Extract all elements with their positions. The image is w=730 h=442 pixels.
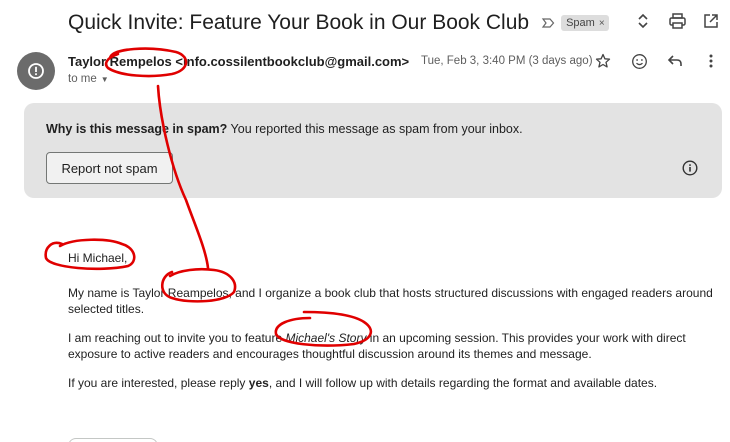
greeting: Hi Michael, [68,251,128,265]
email-date: Tue, Feb 3, 3:40 PM (3 days ago) [421,55,593,67]
subject-row: Quick Invite: Feature Your Book in Our B… [68,8,609,38]
alert-avatar-icon [28,63,44,79]
recipient-text: to me [68,73,97,85]
reply-keyword: yes [248,376,269,390]
remove-label-button[interactable]: × [599,18,605,29]
reply-text-before: If you are interested, please reply [68,376,249,390]
print-icon[interactable] [668,12,686,30]
spam-label-text: Spam [566,17,595,29]
banner-text: Why is this message in spam? You reporte… [46,122,523,136]
email-subject: Quick Invite: Feature Your Book in Our B… [68,11,530,34]
sender-name[interactable]: Taylor Rempelos [68,54,172,69]
sender-line: Taylor Rempelos <info.cossilentbookclub@… [68,54,409,69]
chevron-updown-icon[interactable] [634,12,652,30]
more-vert-icon[interactable] [702,52,720,70]
spam-label-chip[interactable]: Spam × [561,15,609,31]
message-actions [594,52,720,70]
spam-warning-banner: Why is this message in spam? You reporte… [24,103,722,198]
info-icon[interactable] [682,160,698,176]
book-title: Michael's Story [285,331,367,345]
header-actions [634,12,720,30]
reply-text-after: , and I will follow up with details rega… [268,376,658,390]
reply-icon[interactable] [666,52,684,70]
report-not-spam-button[interactable]: Report not spam [46,152,173,184]
reply-button-partial[interactable] [68,438,158,442]
invite-text-before: I am reaching out to invite you to featu… [68,331,286,345]
open-new-window-icon[interactable] [702,12,720,30]
star-icon[interactable] [594,52,612,70]
chevron-down-icon[interactable]: ▼ [101,75,109,84]
banner-question: Why is this message in spam? [46,122,228,136]
sender-avatar[interactable] [17,52,55,90]
paragraph-invite: I am reaching out to invite you to featu… [68,330,723,362]
emoji-icon[interactable] [630,52,648,70]
sender-email: <info.cossilentbookclub@gmail.com> [175,54,410,69]
paragraph-reply: If you are interested, please reply yes,… [68,375,723,391]
message-body: Hi Michael, My name is Taylor Reampelos,… [68,250,723,404]
recipient-toggle[interactable]: to me ▼ [68,73,109,85]
important-label-icon[interactable] [541,16,555,30]
paragraph-intro: My name is Taylor Reampelos, and I organ… [68,286,713,316]
banner-explanation: You reported this message as spam from y… [227,122,523,136]
